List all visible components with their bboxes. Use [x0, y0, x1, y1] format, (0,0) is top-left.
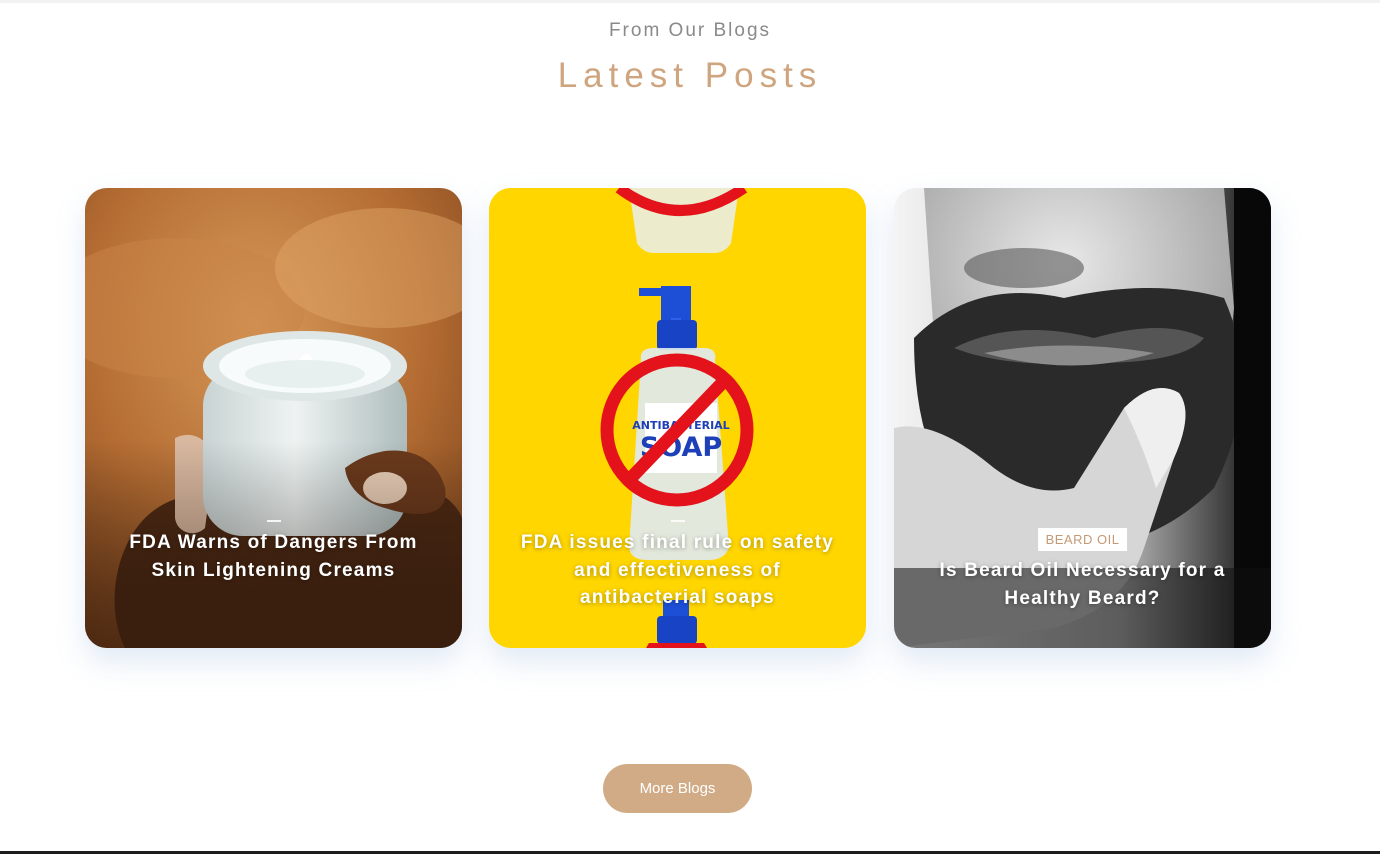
blog-card-skin-lightening[interactable]: FDA Warns of Dangers From Skin Lightenin… — [85, 188, 462, 648]
blog-card-beard-oil[interactable]: BEARD OIL Is Beard Oil Necessary for a H… — [894, 188, 1271, 648]
blog-card-title[interactable]: Is Beard Oil Necessary for a Healthy Bea… — [914, 557, 1251, 612]
top-divider — [0, 0, 1380, 3]
section-heading: Latest Posts — [557, 56, 823, 95]
section-eyebrow: From Our Blogs — [608, 20, 772, 41]
blog-card-antibacterial-soap[interactable]: ANTIBACTERIAL SOAP FDA issues final rule… — [489, 188, 866, 648]
card-divider-dash — [266, 520, 281, 522]
category-badge[interactable]: BEARD OIL — [1037, 528, 1128, 551]
blog-card-title[interactable]: FDA issues final rule on safety and effe… — [519, 529, 836, 612]
blog-card-title[interactable]: FDA Warns of Dangers From Skin Lightenin… — [115, 529, 432, 584]
more-blogs-button[interactable]: More Blogs — [603, 764, 752, 813]
card-divider-dash — [670, 520, 685, 522]
